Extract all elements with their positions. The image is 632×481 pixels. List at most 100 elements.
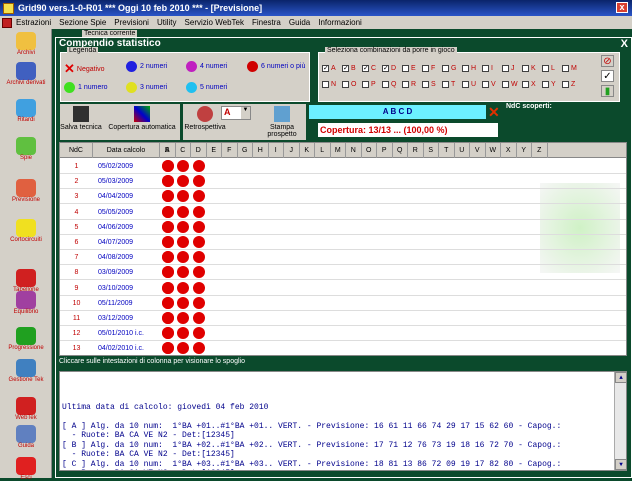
grid-header-cell[interactable]: B <box>160 143 176 158</box>
sidebar-item-esci[interactable]: Esci <box>0 457 52 481</box>
scroll-down-icon[interactable]: ▼ <box>615 459 626 470</box>
menu-item-estrazioni[interactable]: Estrazioni <box>16 18 51 27</box>
checkbox-box[interactable] <box>502 81 509 88</box>
sidebar-item-spie[interactable]: Spie <box>0 137 52 161</box>
combo-green-square-icon[interactable]: ▮ <box>601 85 614 97</box>
grid-header-cell[interactable]: W <box>486 143 501 158</box>
checkbox-box[interactable] <box>462 81 469 88</box>
checkbox-I[interactable]: I <box>482 65 493 72</box>
grid-header-cell[interactable]: C <box>176 143 191 158</box>
close-icon[interactable]: x <box>616 2 628 13</box>
checkbox-box[interactable] <box>342 81 349 88</box>
checkbox-A[interactable]: ✓ A <box>322 65 336 72</box>
grid-header-cell[interactable]: S <box>424 143 439 158</box>
sidebar-item-archivi-derivati[interactable]: Archivi derivati <box>0 62 52 86</box>
checkbox-C[interactable]: ✓ C <box>362 65 376 72</box>
checkbox-P[interactable]: P <box>362 81 376 88</box>
grid-header-cell[interactable]: G <box>238 143 253 158</box>
grid-header-cell[interactable]: Z <box>532 143 548 158</box>
sidebar-item-cortocircuiti[interactable]: Cortocircuiti <box>0 219 52 243</box>
grid-header-cell[interactable]: O <box>362 143 377 158</box>
grid-header-cell[interactable]: U <box>455 143 470 158</box>
menu-item-previsioni[interactable]: Previsioni <box>114 18 149 27</box>
checkbox-box[interactable] <box>402 81 409 88</box>
checkbox-box[interactable] <box>462 65 469 72</box>
checkbox-box[interactable] <box>402 65 409 72</box>
auto-coverage-button[interactable]: Copertura automatica <box>106 106 178 131</box>
grid-header-cell[interactable]: M <box>331 143 346 158</box>
grid-header-cell[interactable]: I <box>269 143 284 158</box>
checkbox-box[interactable] <box>522 81 529 88</box>
menu-item-guida[interactable]: Guida <box>289 18 310 27</box>
checkbox-box[interactable] <box>442 65 449 72</box>
checkbox-T[interactable]: T <box>442 81 455 88</box>
checkbox-U[interactable]: U <box>462 81 476 88</box>
sidebar-item-tabellone[interactable]: Tabellone <box>0 269 52 293</box>
sidebar-item-gestione-tek[interactable]: Gestione Tek <box>0 359 52 383</box>
checkbox-J[interactable]: J <box>502 65 515 72</box>
checkbox-R[interactable]: R <box>402 81 416 88</box>
checkbox-N[interactable]: N <box>322 81 336 88</box>
grid-header-cell[interactable]: NdC <box>60 143 93 158</box>
checkbox-box[interactable] <box>482 65 489 72</box>
menu-item-informazioni[interactable]: Informazioni <box>318 18 362 27</box>
checkbox-H[interactable]: H <box>462 65 476 72</box>
grid-header-cell[interactable]: E <box>207 143 222 158</box>
grid-header-cell[interactable]: R <box>408 143 424 158</box>
window-close-button[interactable]: X <box>621 38 628 50</box>
checkbox-box[interactable] <box>422 81 429 88</box>
background-window-tab[interactable]: Tecnica corrente <box>82 30 138 37</box>
checkbox-box[interactable] <box>422 65 429 72</box>
checkbox-F[interactable]: F <box>422 65 435 72</box>
retro-select[interactable]: A ▼ <box>221 106 251 120</box>
checkbox-box[interactable] <box>482 81 489 88</box>
checkbox-box[interactable] <box>382 81 389 88</box>
output-textarea[interactable]: ▲ ▼ Ultima data di calcolo: giovedì 04 fe… <box>59 371 627 471</box>
grid-header-cell[interactable]: K <box>300 143 315 158</box>
checkbox-B[interactable]: ✓ B <box>342 65 356 72</box>
checkbox-box[interactable]: ✓ <box>362 65 369 72</box>
sidebar-item-ritardi[interactable]: Ritardi <box>0 99 52 123</box>
grid-header-cell[interactable]: L <box>315 143 331 158</box>
menu-item-finestra[interactable]: Finestra <box>252 18 281 27</box>
grid-header-cell[interactable]: Y <box>517 143 532 158</box>
grid-header-cell[interactable]: P <box>377 143 393 158</box>
sidebar-item-archivi[interactable]: Archivi <box>0 32 52 56</box>
scrollbar[interactable]: ▲ ▼ <box>614 372 626 470</box>
checkbox-D[interactable]: ✓ D <box>382 65 396 72</box>
grid-header-cell[interactable]: V <box>470 143 486 158</box>
checkbox-box[interactable] <box>502 65 509 72</box>
checkbox-M[interactable]: M <box>562 65 577 72</box>
menu-item-servizio-webtek[interactable]: Servizio WebTek <box>185 18 244 27</box>
checkbox-E[interactable]: E <box>402 65 416 72</box>
checkbox-S[interactable]: S <box>422 81 436 88</box>
menu-item-sezione-spie[interactable]: Sezione Spie <box>59 18 106 27</box>
scroll-up-icon[interactable]: ▲ <box>615 372 626 383</box>
grid-header-cell[interactable]: Q <box>393 143 408 158</box>
checkbox-box[interactable]: ✓ <box>382 65 389 72</box>
checkbox-box[interactable] <box>562 81 569 88</box>
sidebar-item-guida[interactable]: Guida <box>0 425 52 449</box>
grid-header-cell[interactable]: H <box>253 143 269 158</box>
checkbox-box[interactable] <box>562 65 569 72</box>
grid-header-cell[interactable]: D <box>191 143 207 158</box>
checkbox-G[interactable]: G <box>442 65 456 72</box>
checkbox-L[interactable]: L <box>542 65 555 72</box>
checkbox-box[interactable] <box>542 81 549 88</box>
checkbox-V[interactable]: V <box>482 81 496 88</box>
grid-header-cell[interactable]: N <box>346 143 362 158</box>
checkbox-box[interactable]: ✓ <box>342 65 349 72</box>
grid-header-cell[interactable]: F <box>222 143 238 158</box>
combo-no-icon[interactable]: ⊘ <box>601 55 614 67</box>
checkbox-box[interactable] <box>442 81 449 88</box>
checkbox-Z[interactable]: Z <box>562 81 575 88</box>
checkbox-box[interactable] <box>362 81 369 88</box>
checkbox-box[interactable] <box>322 81 329 88</box>
grid-header-cell[interactable]: X <box>501 143 517 158</box>
save-button[interactable]: Salva tecnica <box>60 106 102 131</box>
checkbox-box[interactable]: ✓ <box>322 65 329 72</box>
print-button[interactable]: Stampa prospetto <box>255 106 309 138</box>
sidebar-item-webtek[interactable]: WebTek <box>0 397 52 421</box>
menu-item-utility[interactable]: Utility <box>157 18 177 27</box>
checkbox-W[interactable]: W <box>502 81 518 88</box>
